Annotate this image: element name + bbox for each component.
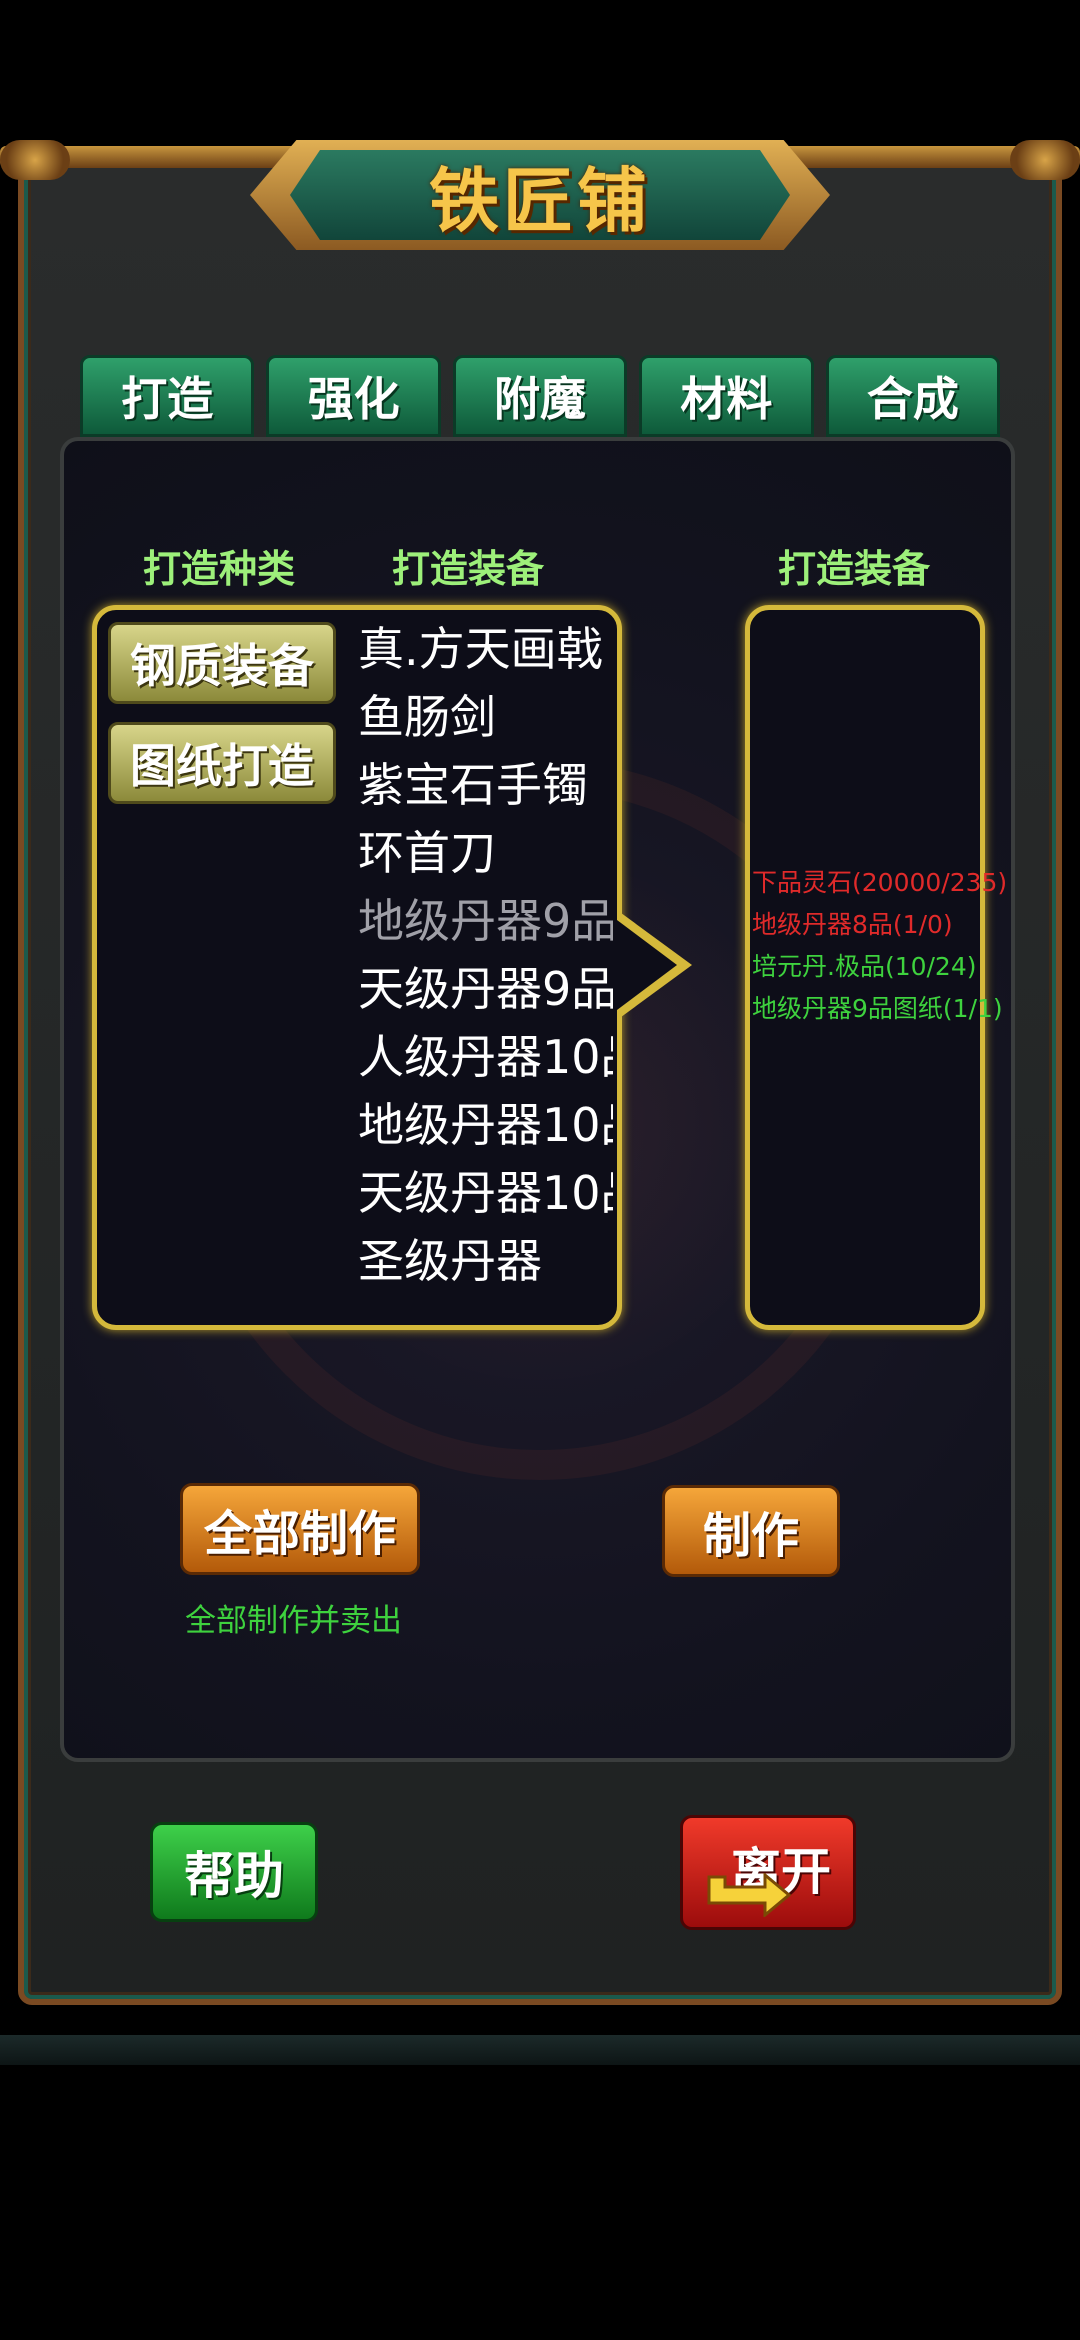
tab-forge[interactable]: 打造 (80, 355, 255, 437)
header-category: 打造种类 (143, 547, 296, 591)
category-steel-button[interactable]: 钢质装备 (108, 622, 336, 704)
list-item[interactable]: 地级丹器10品 (358, 1091, 613, 1159)
list-item[interactable]: 天级丹器9品 (358, 955, 613, 1023)
leave-button[interactable]: 离开 (680, 1815, 856, 1930)
top-bar (0, 0, 1080, 150)
page-title: 铁匠铺 (429, 159, 651, 242)
corner-ornament-right (1010, 140, 1080, 180)
header-result: 打造装备 (778, 547, 931, 591)
make-button[interactable]: 制作 (662, 1485, 840, 1577)
bottom-strip (0, 2035, 1080, 2065)
tab-synthesize[interactable]: 合成 (825, 355, 1001, 437)
list-item[interactable]: 天级丹器10品 (358, 1159, 613, 1227)
make-all-button[interactable]: 全部制作 (180, 1483, 420, 1575)
tab-materials[interactable]: 材料 (639, 355, 814, 437)
corner-ornament-left (0, 140, 70, 180)
tab-bar: 打造 强化 附魔 材料 合成 (80, 355, 1001, 437)
list-item[interactable]: 圣级丹器 (358, 1227, 613, 1295)
material-line: 地级丹器9品图纸(1/1) (752, 994, 1003, 1023)
title-banner: 铁匠铺 (290, 150, 790, 240)
list-item[interactable]: 真.方天画戟 (358, 615, 613, 683)
list-item-selected[interactable]: 地级丹器9品 (358, 887, 613, 955)
material-requirements: 下品灵石(20000/235) 地级丹器8品(1/0) 培元丹.极品(10/24… (752, 862, 1062, 1030)
help-button[interactable]: 帮助 (150, 1822, 318, 1922)
list-item[interactable]: 环首刀 (358, 819, 613, 887)
material-line: 下品灵石(20000/235) (752, 868, 1008, 897)
list-item[interactable]: 紫宝石手镯 (358, 751, 613, 819)
list-item[interactable]: 人级丹器10品 (358, 1023, 613, 1091)
material-line: 培元丹.极品(10/24) (752, 952, 977, 981)
equipment-list[interactable]: 真.方天画戟 鱼肠剑 紫宝石手镯 环首刀 地级丹器9品 天级丹器9品 人级丹器1… (358, 615, 613, 1315)
tab-enhance[interactable]: 强化 (266, 355, 441, 437)
make-all-hint: 全部制作并卖出 (185, 1603, 402, 1639)
category-blueprint-button[interactable]: 图纸打造 (108, 722, 336, 804)
tab-enchant[interactable]: 附魔 (452, 355, 628, 437)
material-line: 地级丹器8品(1/0) (752, 910, 953, 939)
header-equipment: 打造装备 (392, 547, 545, 591)
exit-arrow-icon (707, 1873, 792, 1917)
pointer-arrow-inner (617, 920, 677, 1010)
list-item[interactable]: 鱼肠剑 (358, 683, 613, 751)
